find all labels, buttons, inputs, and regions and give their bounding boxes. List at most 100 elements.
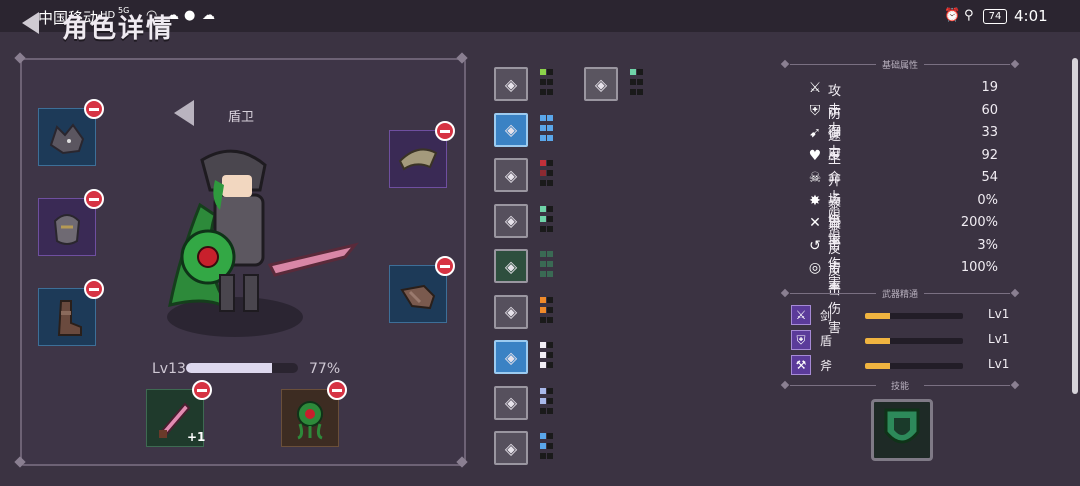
divider (790, 385, 876, 386)
skill-slot[interactable] (871, 399, 933, 461)
ability-level-pip (547, 79, 553, 85)
ability-level-pip (540, 407, 546, 414)
ability-level-pip (547, 387, 553, 394)
unequip-shoulder-button[interactable] (435, 121, 455, 141)
swirl-icon: ◎ (808, 260, 822, 276)
fist-icon[interactable]: ◈ (494, 67, 528, 101)
ability-level-pip (630, 89, 636, 95)
cloud-icon-2: ☁ (202, 8, 215, 23)
divider-ornament (1010, 380, 1020, 390)
ability-level-pip (540, 443, 546, 449)
battery-indicator: 74 (983, 9, 1007, 24)
ability-level-pip (547, 261, 553, 267)
stat-value: 200% (960, 215, 998, 230)
ability-level-pip (540, 433, 546, 439)
wing-icon[interactable]: ◈ (494, 294, 528, 329)
sword-mastery-icon[interactable]: ⚔ (791, 305, 811, 325)
ability-level-pip (547, 271, 553, 277)
ability-level-pip (637, 89, 643, 95)
ability-level-pip (547, 352, 553, 358)
ability-level-pip (547, 180, 553, 186)
chat-icon: ● (184, 8, 196, 23)
class-name: 盾卫 (228, 110, 255, 125)
unequip-weapon-button[interactable] (192, 380, 212, 400)
page-title: 角色详情 (62, 14, 175, 44)
mastery-label: 剑 (820, 309, 833, 323)
stat-value: 100% (960, 260, 998, 275)
unequip-gloves-button[interactable] (435, 256, 455, 276)
ability-level-pip (637, 79, 643, 85)
unequip-armor-button[interactable] (84, 189, 104, 209)
ability-level-pip (540, 261, 546, 267)
fist-dark-icon-glyph: ◈ (594, 74, 608, 94)
stat-label: 反击伤害 (828, 264, 842, 336)
ability-level-pip (540, 205, 546, 212)
xp-bar-fill (186, 363, 273, 373)
ability-level-pip (547, 251, 553, 257)
xp-bar (186, 363, 298, 373)
shield-burst-icon[interactable]: ◈ (494, 112, 528, 147)
ability-level-pip (547, 453, 553, 459)
ability-level-pip (540, 397, 546, 404)
mastery-label: 盾 (820, 334, 833, 348)
ability-level-pip (540, 79, 546, 85)
ability-level-pip (540, 251, 546, 257)
mastery-progress-bar (865, 363, 963, 369)
green-emblem-icon (297, 401, 323, 440)
ability-level-pip (630, 79, 636, 85)
unequip-helmet-button[interactable] (84, 99, 104, 119)
ability-level-pip (547, 296, 553, 303)
level-label: Lv13 (152, 361, 186, 377)
ability-level-pip (540, 215, 546, 222)
shield-mastery-icon[interactable]: ⛨ (791, 330, 811, 350)
ability-level-pip (540, 89, 546, 95)
unequip-boots-button[interactable] (84, 279, 104, 299)
scrollbar[interactable] (1072, 58, 1078, 394)
divider-ornament (780, 288, 790, 298)
mastery-header: 武器精通 (881, 290, 918, 300)
ability-level-pip (547, 134, 553, 141)
ability-level-pip (547, 316, 553, 323)
back-button[interactable] (22, 12, 39, 34)
compass-icon[interactable]: ◈ (494, 385, 528, 420)
fist-dark-icon[interactable]: ◈ (584, 67, 618, 101)
runner-icon[interactable]: ◈ (494, 431, 528, 465)
axe-icon[interactable]: ◈ (494, 249, 528, 283)
shield-burst-icon-glyph: ◈ (504, 120, 518, 139)
boot-icon: ➹ (809, 125, 821, 141)
character-sprite (167, 149, 360, 337)
ability-level-pip (540, 124, 546, 131)
ability-level-pip (547, 397, 553, 404)
ability-level-pip (547, 124, 553, 131)
mastery-level: Lv1 (988, 332, 1010, 346)
ability-level-pip (547, 306, 553, 313)
eye-icon[interactable]: ◈ (494, 203, 528, 238)
helmet-icon[interactable]: ◈ (494, 340, 528, 374)
ability-level-pip (540, 134, 546, 141)
ability-level-pip (547, 160, 553, 166)
stat-value: 54 (981, 170, 998, 185)
ability-level-pip (540, 296, 546, 303)
ability-level-pip (547, 114, 553, 121)
ability-level-pip (547, 170, 553, 176)
axe-mastery-icon[interactable]: ⚒ (791, 355, 811, 375)
divider (924, 64, 1010, 65)
ability-level-pip (547, 362, 553, 368)
orb-icon[interactable]: ◈ (494, 158, 528, 192)
shield-icon: ⛨ (809, 102, 821, 119)
prev-class-arrow[interactable] (174, 100, 194, 126)
mastery-level: Lv1 (988, 357, 1010, 371)
mastery-progress-bar (865, 338, 963, 344)
ability-level-pip (540, 453, 546, 459)
ability-level-pip (540, 160, 546, 166)
wolf-helmet-icon (49, 123, 85, 155)
ability-level-pip (540, 342, 546, 348)
unequip-offhand-button[interactable] (327, 380, 347, 400)
xp-percent: 77% (309, 361, 341, 377)
counter-icon: ↺ (809, 237, 821, 254)
axe-icon-glyph: ◈ (504, 256, 518, 276)
ability-level-pip (547, 407, 553, 414)
ability-level-pip (540, 306, 546, 313)
location-icon: ⚲ (964, 8, 974, 23)
clock: 4:01 (1014, 7, 1048, 25)
